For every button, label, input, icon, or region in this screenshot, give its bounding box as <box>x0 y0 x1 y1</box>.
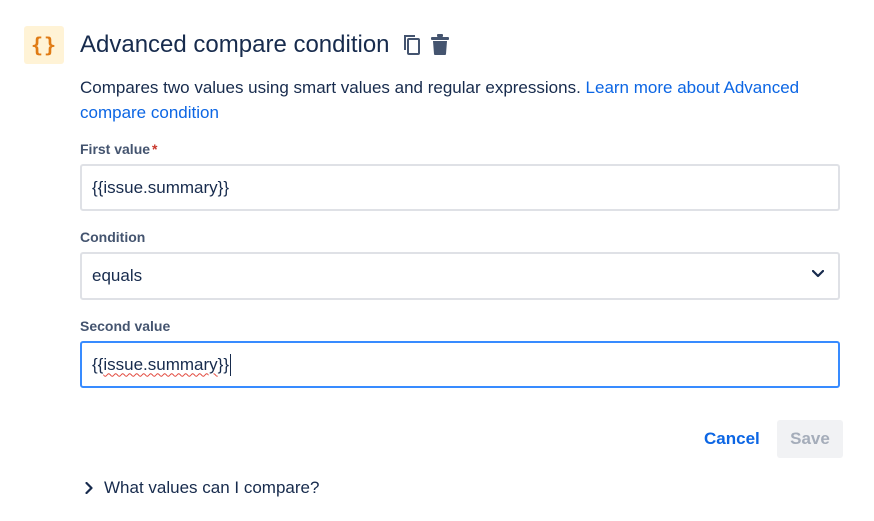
header-actions <box>402 33 450 57</box>
second-value-prefix: {{ <box>92 354 104 374</box>
condition-select[interactable]: equals <box>80 252 840 300</box>
description-body: Compares two values using smart values a… <box>80 78 586 97</box>
required-marker: * <box>152 141 158 157</box>
trash-icon-svg <box>430 34 449 55</box>
chevron-down-icon <box>810 266 826 282</box>
curly-braces-icon: {} <box>24 26 64 64</box>
second-value-label-text: Second value <box>80 318 171 334</box>
second-value-suffix: }} <box>217 354 230 374</box>
what-values-expander[interactable]: What values can I compare? <box>82 478 319 498</box>
advanced-compare-condition-panel: {} Advanced compare condition Compares t… <box>0 0 874 521</box>
trash-icon[interactable] <box>430 33 450 57</box>
second-value-spellcheck: issue.summary <box>103 354 218 374</box>
second-value-label: Second value <box>80 318 170 334</box>
copy-icon[interactable] <box>402 33 422 57</box>
second-value-input[interactable]: {{issue.summary}} <box>80 341 840 388</box>
expander-label: What values can I compare? <box>104 478 320 497</box>
first-value-label-text: First value <box>80 141 151 157</box>
first-value-text: {{issue.summary}} <box>92 177 230 197</box>
first-value-label: First value * <box>80 141 157 157</box>
text-caret <box>230 353 232 376</box>
cancel-button[interactable]: Cancel <box>692 420 772 458</box>
condition-selected-value: equals <box>92 266 143 285</box>
description-text: Compares two values using smart values a… <box>80 75 840 125</box>
condition-label-text: Condition <box>80 229 146 245</box>
first-value-input[interactable]: {{issue.summary}} <box>80 164 840 211</box>
copy-icon-svg <box>403 35 420 55</box>
chevron-right-icon <box>82 478 96 498</box>
page-title: Advanced compare condition <box>80 31 390 58</box>
condition-label: Condition <box>80 229 145 245</box>
panel-header: {} Advanced compare condition <box>24 25 450 65</box>
save-button[interactable]: Save <box>777 420 843 458</box>
second-value-text: {{issue.summary}} <box>92 355 229 375</box>
chevron-down-svg <box>812 270 824 278</box>
chevron-right-svg <box>85 482 93 494</box>
